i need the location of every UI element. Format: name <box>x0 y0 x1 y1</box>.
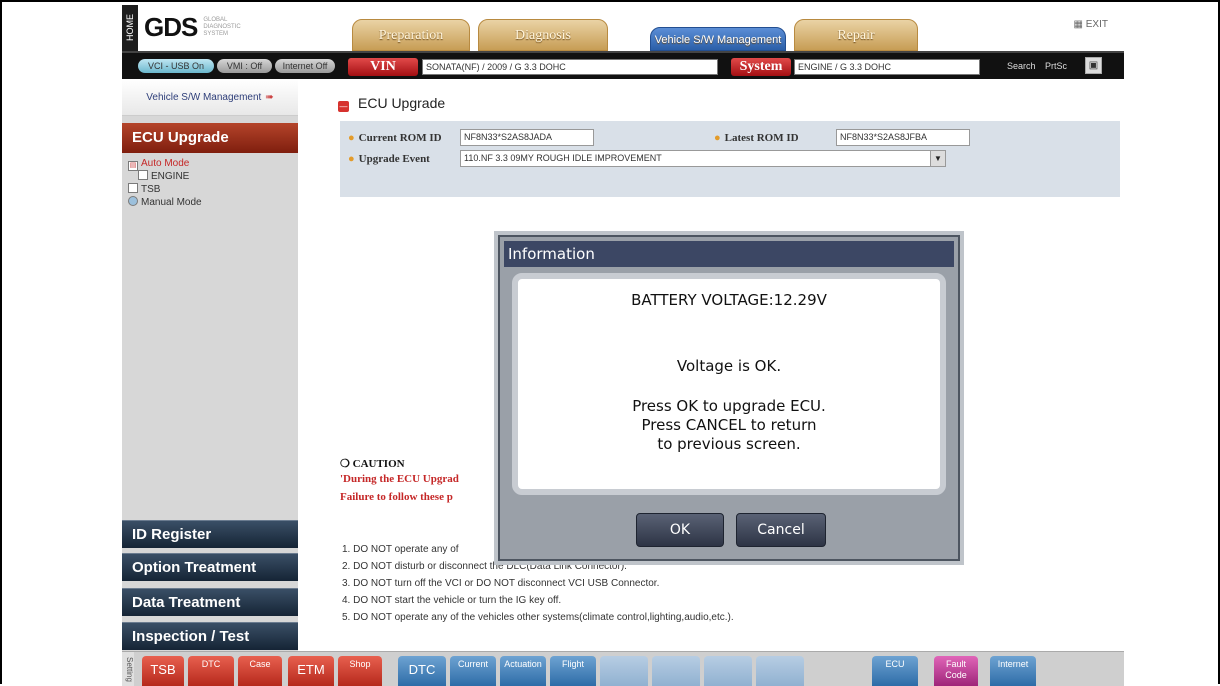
bottom-toolbar: Setting TSB DTC Case ETM Shop DTC Curren… <box>122 651 1124 686</box>
tree-item-tsb[interactable]: TSB <box>128 183 294 196</box>
case-analysis-button[interactable]: Case <box>238 656 282 686</box>
sidebar-subtitle[interactable]: Vehicle S/W Management ➠ <box>122 79 298 116</box>
document-icon <box>128 183 138 193</box>
nav-inspection-test[interactable]: Inspection / Test <box>122 622 298 650</box>
logo-subtitle: GLOBAL DIAGNOSTIC SYSTEM <box>203 16 241 37</box>
sidebar: Vehicle S/W Management ➠ ECU Upgrade ▤ Aut… <box>122 79 298 651</box>
rule-item: 3. DO NOT turn off the VCI or DO NOT dis… <box>342 578 660 589</box>
voltage-ok-text: Voltage is OK. <box>676 357 782 375</box>
sidebar-section-ecu-upgrade[interactable]: ECU Upgrade <box>122 123 298 153</box>
chevron-down-icon[interactable]: ▼ <box>930 151 945 166</box>
search-button[interactable]: Search <box>1007 61 1036 71</box>
disabled-tool-button <box>600 656 648 686</box>
tree-item-label: TSB <box>141 184 161 195</box>
latest-rom-label: ● Latest ROM ID <box>714 132 799 144</box>
camera-icon[interactable]: ▣ <box>1085 57 1102 74</box>
cancel-button[interactable]: Cancel <box>736 513 826 547</box>
tree-item-label: Auto Mode <box>141 158 190 169</box>
tab-preparation[interactable]: Preparation <box>352 19 470 51</box>
logo-text: GDS <box>144 11 198 42</box>
tree-item-engine[interactable]: ENGINE <box>128 170 294 183</box>
dialog-message-box: BATTERY VOLTAGE:12.29V Voltage is OK. Pr… <box>512 273 946 495</box>
disabled-tool-button <box>756 656 804 686</box>
disc-icon <box>128 196 138 206</box>
nav-id-register[interactable]: ID Register <box>122 520 298 548</box>
tree-item-manual-mode[interactable]: Manual Mode <box>128 196 294 209</box>
tab-repair[interactable]: Repair <box>794 19 918 51</box>
vin-label: VIN <box>348 58 418 76</box>
rule-item: 4. DO NOT start the vehicle or turn the … <box>342 595 562 606</box>
status-bar: VCI - USB On VMI : Off Internet Off VIN … <box>122 51 1124 79</box>
rule-item: 5. DO NOT operate any of the vehicles ot… <box>342 612 734 623</box>
nav-data-treatment[interactable]: Data Treatment <box>122 588 298 616</box>
home-tab[interactable]: HOME <box>122 5 138 51</box>
gds-app: HOME GDS GLOBAL DIAGNOSTIC SYSTEM Prepar… <box>122 5 1124 686</box>
ecu-upgrade-button[interactable]: ECU <box>872 656 918 686</box>
dialog-title: Information <box>504 241 954 267</box>
vin-field[interactable]: SONATA(NF) / 2009 / G 3.3 DOHC <box>422 59 718 75</box>
ok-button[interactable]: OK <box>636 513 724 547</box>
latest-rom-field[interactable]: NF8N33*S2AS8JFBA <box>836 129 970 146</box>
exit-label: EXIT <box>1085 19 1108 30</box>
upgrade-event-select[interactable]: 110.NF 3.3 09MY ROUGH IDLE IMPROVEMENT ▼ <box>460 150 946 167</box>
system-field[interactable]: ENGINE / G 3.3 DOHC <box>794 59 980 75</box>
upgrade-event-label: ● Upgrade Event <box>348 153 430 165</box>
current-data-button[interactable]: Current <box>450 656 496 686</box>
nav-option-treatment[interactable]: Option Treatment <box>122 553 298 581</box>
actuation-test-button[interactable]: Actuation <box>500 656 546 686</box>
print-screen-button[interactable]: PrtSc <box>1045 61 1067 71</box>
caution-line: Failure to follow these p <box>340 491 453 503</box>
system-label: System <box>731 58 791 76</box>
rom-info-panel: ● Current ROM ID NF8N33*S2AS8JADA ● Latest… <box>340 121 1120 197</box>
tsb-button[interactable]: TSB <box>142 656 184 686</box>
exit-icon: ▦ <box>1073 19 1086 30</box>
etm-button[interactable]: ETM <box>288 656 334 686</box>
vci-status: VCI - USB On <box>138 59 214 73</box>
window-frame: HOME GDS GLOBAL DIAGNOSTIC SYSTEM Prepar… <box>0 0 1220 686</box>
tree-item-label: Manual Mode <box>141 197 202 208</box>
collapse-icon[interactable]: — <box>338 101 349 112</box>
warning-icon: ❍ <box>340 458 353 470</box>
disabled-tool-button <box>652 656 700 686</box>
internet-status: Internet Off <box>275 59 335 73</box>
caution-heading: ❍ CAUTION <box>340 458 405 470</box>
press-cancel-text: Press CANCEL to return <box>641 416 817 434</box>
current-rom-label: ● Current ROM ID <box>348 132 442 144</box>
tree-item-auto-mode[interactable]: ▤ Auto Mode <box>128 157 294 171</box>
caution-block: ❍ CAUTION 'During the ECU Upgrad Failure… <box>340 457 459 509</box>
current-rom-field[interactable]: NF8N33*S2AS8JADA <box>460 129 594 146</box>
caution-line: 'During the ECU Upgrad <box>340 473 459 485</box>
previous-screen-text: to previous screen. <box>657 435 801 453</box>
page-title-text: ECU Upgrade <box>358 95 446 111</box>
book-icon: ▤ <box>128 161 138 171</box>
document-icon <box>138 170 148 180</box>
tab-vehicle-sw-management[interactable]: Vehicle S/W Management <box>650 27 786 51</box>
exit-button[interactable]: ▦ EXIT <box>1074 19 1108 30</box>
page-title: — ECU Upgrade <box>338 95 445 112</box>
upgrade-event-value: 110.NF 3.3 09MY ROUGH IDLE IMPROVEMENT <box>464 153 662 163</box>
press-ok-text: Press OK to upgrade ECU. <box>632 397 826 415</box>
shop-manual-button[interactable]: Shop <box>338 656 382 686</box>
information-dialog: Information BATTERY VOLTAGE:12.29V Volta… <box>498 235 960 561</box>
settings-tab[interactable]: Setting <box>122 652 134 686</box>
arrow-right-icon: ➠ <box>265 92 274 103</box>
sidebar-tree: ▤ Auto Mode ENGINE TSB Manual Mode <box>128 157 294 209</box>
battery-voltage-text: BATTERY VOLTAGE:12.29V <box>631 291 827 309</box>
gds-logo: GDS GLOBAL DIAGNOSTIC SYSTEM <box>144 9 254 45</box>
fault-code-button[interactable]: Fault Code <box>934 656 978 686</box>
dtc-guide-button[interactable]: DTC <box>188 656 234 686</box>
internet-button[interactable]: Internet <box>990 656 1036 686</box>
disabled-tool-button <box>704 656 752 686</box>
top-header: HOME GDS GLOBAL DIAGNOSTIC SYSTEM Prepar… <box>122 5 1124 51</box>
flight-record-button[interactable]: Flight <box>550 656 596 686</box>
tab-diagnosis[interactable]: Diagnosis <box>478 19 608 51</box>
sidebar-subtitle-label: Vehicle S/W Management <box>146 92 262 103</box>
vmi-status: VMI : Off <box>217 59 272 73</box>
dtc-button[interactable]: DTC <box>398 656 446 686</box>
tree-item-label: ENGINE <box>151 171 190 182</box>
